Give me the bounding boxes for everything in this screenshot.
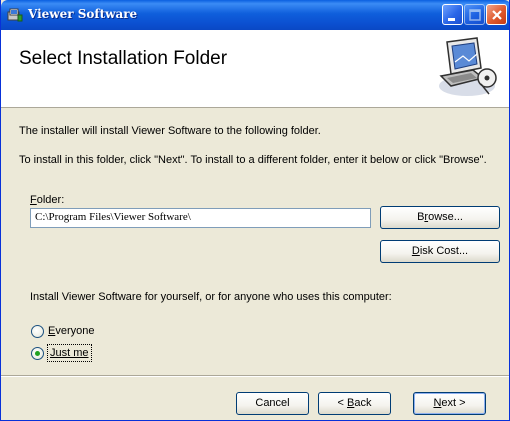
radio-selected-dot	[35, 351, 40, 356]
title-bar[interactable]: Viewer Software	[1, 0, 509, 30]
back-label-pre: <	[337, 397, 347, 409]
folder-label-hotkey: F	[30, 194, 37, 206]
maximize-button	[464, 4, 485, 25]
next-label-post: ext >	[441, 397, 466, 409]
computer-setup-icon	[433, 34, 499, 100]
folder-path-input[interactable]: C:\Program Files\Viewer Software\	[30, 208, 371, 228]
folder-label-rest: older:	[36, 194, 65, 206]
cancel-button[interactable]: Cancel	[236, 392, 309, 415]
disk-cost-label-hotkey: D	[411, 245, 420, 257]
header-banner: Select Installation Folder	[1, 30, 509, 108]
install-for-prompt: Install Viewer Software for yourself, or…	[30, 291, 392, 303]
everyone-label-rest: veryone	[55, 325, 95, 337]
next-button[interactable]: Next >	[413, 392, 486, 415]
window-title: Viewer Software	[28, 7, 138, 21]
page-title: Select Installation Folder	[19, 48, 228, 69]
minimize-button[interactable]	[442, 4, 463, 25]
just-me-label-rest: ust me	[55, 347, 89, 359]
everyone-radio[interactable]	[31, 325, 44, 338]
back-button[interactable]: < Back	[318, 392, 391, 415]
browse-label-post: owse...	[428, 211, 463, 223]
browse-button[interactable]: Browse...	[380, 206, 500, 229]
back-label-post: ack	[354, 397, 372, 409]
instructions-line-1: The installer will install Viewer Softwa…	[19, 125, 321, 137]
footer-separator	[1, 375, 509, 377]
close-icon	[492, 10, 502, 20]
close-button[interactable]	[486, 4, 507, 25]
installer-window: Viewer Software Select Installation Fold…	[0, 0, 510, 421]
minimize-icon	[448, 18, 455, 21]
everyone-radio-label[interactable]: Everyone	[48, 325, 94, 337]
disk-cost-label-rest: isk Cost...	[419, 245, 469, 257]
installer-icon	[7, 7, 23, 23]
instructions-line-2: To install in this folder, click "Next".…	[19, 154, 487, 166]
just-me-radio[interactable]	[31, 347, 44, 360]
maximize-icon	[469, 9, 481, 21]
folder-label: Folder:	[30, 194, 64, 206]
disk-cost-button[interactable]: Disk Cost...	[380, 240, 500, 263]
just-me-radio-label[interactable]: Just me	[50, 347, 89, 359]
